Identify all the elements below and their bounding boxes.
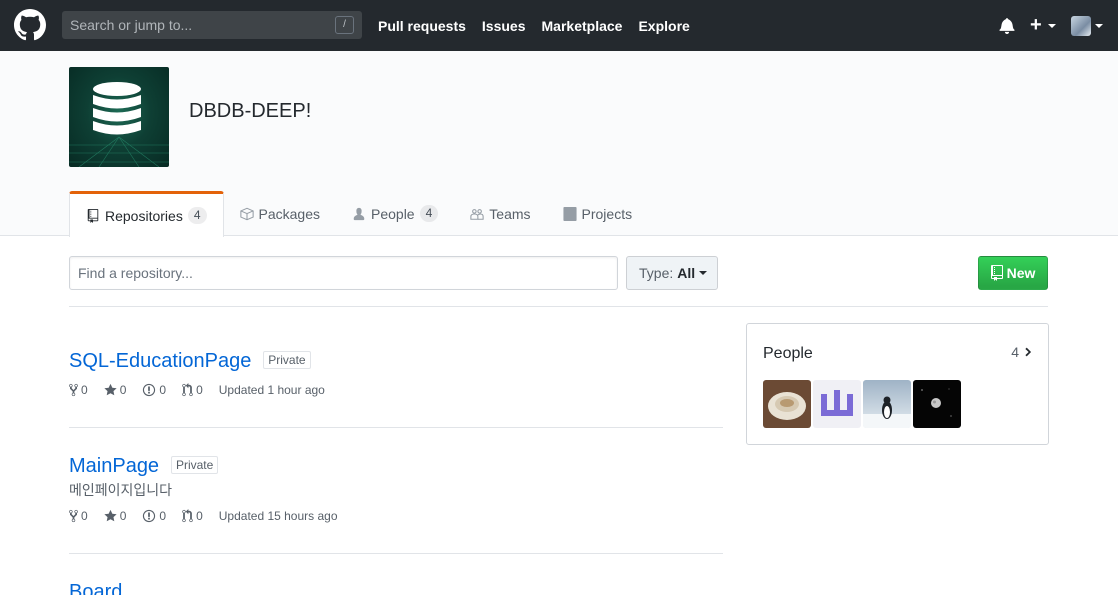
forks-count: 0 bbox=[81, 383, 88, 397]
slash-shortcut-hint: / bbox=[335, 16, 354, 34]
stars-stat[interactable]: 0 bbox=[104, 509, 127, 523]
people-count-badge: 4 bbox=[419, 205, 439, 222]
issues-count: 0 bbox=[159, 383, 167, 397]
member-avatar[interactable] bbox=[763, 380, 811, 428]
find-repository-field[interactable] bbox=[69, 256, 618, 290]
tab-packages[interactable]: Packages bbox=[224, 191, 336, 236]
member-avatar[interactable] bbox=[813, 380, 861, 428]
user-avatar[interactable] bbox=[1071, 16, 1091, 36]
tab-label: Packages bbox=[258, 205, 320, 222]
tab-teams[interactable]: Teams bbox=[454, 191, 546, 236]
people-icon bbox=[470, 208, 484, 220]
divider bbox=[69, 306, 1048, 307]
repo-icon bbox=[990, 265, 1003, 281]
repo-meta: 0 0 0 0 Updated 1 hour ago bbox=[69, 383, 723, 397]
private-badge: Private bbox=[170, 456, 219, 474]
org-avatar bbox=[69, 67, 169, 167]
repo-list-item: MainPage Private 메인페이지입니다 0 0 0 0 Update… bbox=[69, 455, 723, 523]
issue-icon bbox=[143, 383, 156, 397]
forks-count: 0 bbox=[81, 509, 88, 523]
issue-icon bbox=[143, 509, 156, 523]
package-icon bbox=[239, 207, 254, 220]
global-header: / Pull requests Issues Marketplace Explo… bbox=[0, 0, 1118, 51]
forks-stat[interactable]: 0 bbox=[69, 509, 88, 523]
tab-projects[interactable]: Projects bbox=[547, 191, 649, 236]
repo-count-badge: 4 bbox=[187, 207, 207, 224]
divider bbox=[69, 553, 723, 554]
updated-time: Updated 15 hours ago bbox=[218, 509, 338, 523]
chevron-down-icon bbox=[699, 271, 708, 275]
tab-label: People bbox=[371, 205, 415, 222]
member-avatar[interactable] bbox=[913, 380, 961, 428]
nav-pull-requests[interactable]: Pull requests bbox=[378, 18, 466, 34]
pull-request-icon bbox=[182, 383, 193, 397]
create-new-plus-icon[interactable]: + bbox=[1030, 15, 1042, 35]
star-icon bbox=[104, 509, 117, 522]
nav-explore[interactable]: Explore bbox=[638, 18, 689, 34]
new-repository-button[interactable]: New bbox=[978, 256, 1048, 290]
create-new-caret-icon bbox=[1048, 24, 1056, 28]
global-search[interactable]: / bbox=[62, 11, 362, 39]
stars-stat[interactable]: 0 bbox=[104, 383, 127, 397]
repo-list-item: Board bbox=[69, 581, 723, 595]
pull-requests-count: 0 bbox=[196, 509, 203, 523]
nav-issues[interactable]: Issues bbox=[482, 18, 526, 34]
updated-time: Updated 1 hour ago bbox=[218, 383, 325, 397]
tab-label: Teams bbox=[489, 205, 531, 222]
star-icon bbox=[104, 383, 117, 396]
forks-stat[interactable]: 0 bbox=[69, 383, 88, 397]
people-count-link[interactable]: 4 bbox=[1011, 344, 1032, 360]
tab-label: Repositories bbox=[105, 207, 183, 224]
people-sidebar-box: People 4 bbox=[746, 323, 1049, 445]
database-logo-icon bbox=[69, 82, 169, 167]
pull-requests-stat[interactable]: 0 bbox=[182, 509, 203, 523]
type-filter-dropdown[interactable]: Type: All bbox=[626, 256, 718, 290]
user-menu-caret-icon bbox=[1095, 24, 1103, 28]
repo-icon bbox=[87, 208, 99, 223]
member-avatar[interactable] bbox=[863, 380, 911, 428]
org-header: DBDB-DEEP! Repositories 4 Packages Peopl… bbox=[0, 51, 1118, 237]
pull-requests-stat[interactable]: 0 bbox=[182, 383, 203, 397]
people-box-title: People bbox=[763, 345, 813, 362]
tab-people[interactable]: People 4 bbox=[336, 191, 454, 236]
repo-description: 메인페이지입니다 bbox=[69, 482, 173, 498]
stars-count: 0 bbox=[119, 509, 127, 523]
fork-icon bbox=[69, 383, 78, 397]
type-filter-label: Type: bbox=[639, 265, 674, 281]
stars-count: 0 bbox=[119, 383, 127, 397]
search-input[interactable] bbox=[62, 11, 362, 39]
private-badge: Private bbox=[263, 351, 311, 369]
find-repository-input[interactable] bbox=[70, 257, 617, 289]
repo-name-link[interactable]: Board bbox=[69, 581, 122, 595]
issues-stat[interactable]: 0 bbox=[142, 383, 166, 397]
issues-stat[interactable]: 0 bbox=[142, 509, 166, 523]
github-logo-icon[interactable] bbox=[14, 9, 46, 41]
type-filter-value: All bbox=[677, 265, 696, 281]
issues-count: 0 bbox=[159, 509, 167, 523]
tab-label: Projects bbox=[581, 205, 633, 222]
notifications-bell-icon[interactable] bbox=[999, 17, 1015, 34]
people-count: 4 bbox=[1011, 344, 1019, 360]
repo-name-link[interactable]: SQL-EducationPage bbox=[69, 350, 251, 372]
divider bbox=[69, 427, 723, 428]
repo-list-item: SQL-EducationPage Private 0 0 0 0 Update… bbox=[69, 350, 723, 397]
org-tabs: Repositories 4 Packages People 4 Teams P… bbox=[69, 191, 649, 237]
pull-request-icon bbox=[182, 509, 193, 523]
person-icon bbox=[353, 207, 365, 220]
repo-meta: 0 0 0 0 Updated 15 hours ago bbox=[69, 509, 723, 523]
new-button-label: New bbox=[1006, 265, 1036, 281]
fork-icon bbox=[69, 509, 78, 523]
chevron-right-icon bbox=[1025, 347, 1032, 357]
repo-name-link[interactable]: MainPage bbox=[69, 455, 159, 477]
nav-marketplace[interactable]: Marketplace bbox=[542, 18, 623, 34]
org-name: DBDB-DEEP! bbox=[189, 100, 312, 122]
header-nav: Pull requests Issues Marketplace Explore bbox=[378, 0, 706, 51]
pull-requests-count: 0 bbox=[196, 383, 203, 397]
tab-repositories[interactable]: Repositories 4 bbox=[69, 191, 224, 237]
project-icon bbox=[562, 206, 577, 221]
